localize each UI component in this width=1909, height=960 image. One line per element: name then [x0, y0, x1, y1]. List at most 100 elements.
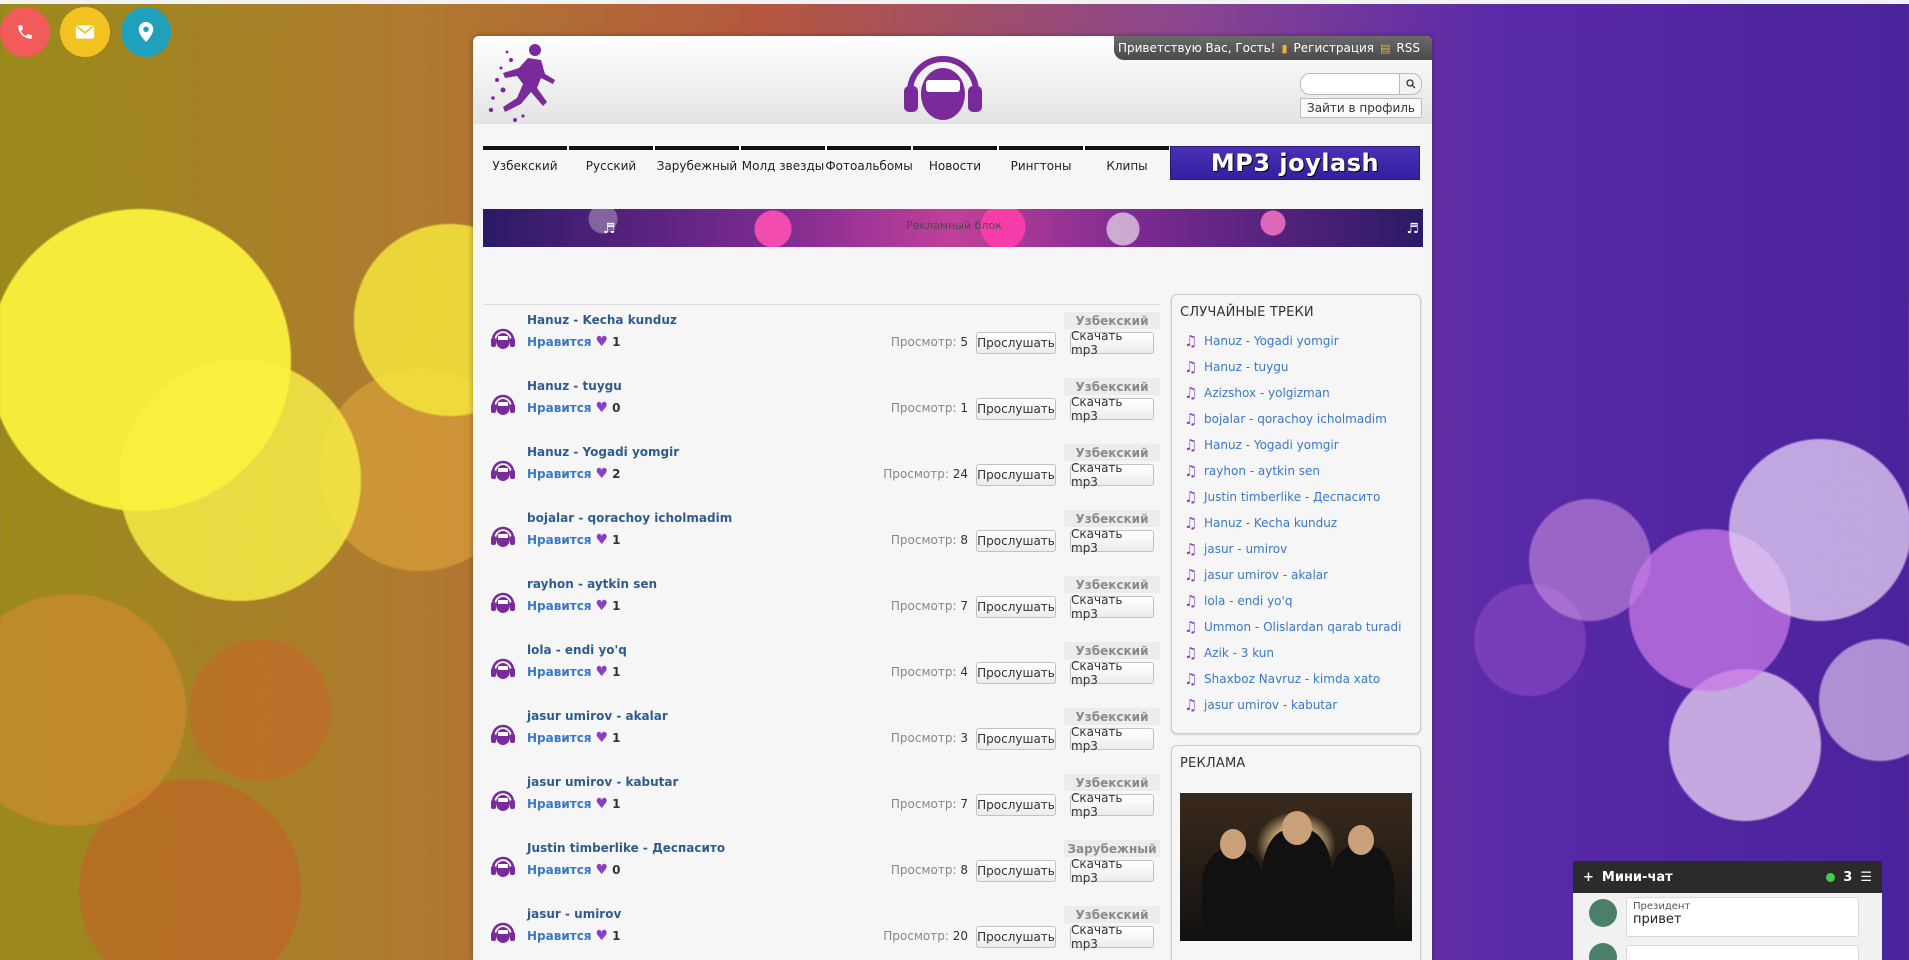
- track-title[interactable]: Hanuz - Kecha kunduz: [527, 313, 677, 327]
- listen-button[interactable]: Прослушать: [976, 794, 1056, 816]
- random-track-item[interactable]: ♫ Hanuz - Yogadi yomgir: [1184, 328, 1420, 354]
- random-track-link[interactable]: jasur - umirov: [1204, 542, 1287, 556]
- nav-item-clips[interactable]: Клипы: [1085, 146, 1169, 180]
- random-track-link[interactable]: Hanuz - tuygu: [1204, 360, 1288, 374]
- random-track-link[interactable]: bojalar - qorachoy icholmadim: [1204, 412, 1387, 426]
- track-title[interactable]: Hanuz - Yogadi yomgir: [527, 445, 679, 459]
- random-track-item[interactable]: ♫ Hanuz - Kecha kunduz: [1184, 510, 1420, 536]
- random-track-item[interactable]: ♫ Hanuz - Yogadi yomgir: [1184, 432, 1420, 458]
- track-title[interactable]: Justin timberlike - Деспасито: [527, 841, 725, 855]
- avatar[interactable]: [1589, 943, 1617, 960]
- download-button[interactable]: Скачать mp3: [1070, 923, 1154, 951]
- rss-link[interactable]: RSS: [1396, 41, 1420, 55]
- random-track-link[interactable]: Shaxboz Navruz - kimda xato: [1204, 672, 1380, 686]
- random-track-link[interactable]: Hanuz - Kecha kunduz: [1204, 516, 1337, 530]
- nav-item-ringtones[interactable]: Рингтоны: [999, 146, 1083, 180]
- listen-button[interactable]: Прослушать: [976, 662, 1056, 684]
- random-track-link[interactable]: lola - endi yo'q: [1204, 594, 1292, 608]
- nav-item-young-stars[interactable]: Молд звезды: [741, 146, 825, 180]
- nav-item-foreign[interactable]: Зарубежный: [655, 146, 739, 180]
- track-title[interactable]: jasur umirov - akalar: [527, 709, 668, 723]
- random-track-item[interactable]: ♫ lola - endi yo'q: [1184, 588, 1420, 614]
- search-button[interactable]: [1400, 73, 1422, 95]
- download-button[interactable]: Скачать mp3: [1070, 791, 1154, 819]
- random-track-item[interactable]: ♫ jasur - umirov: [1184, 536, 1420, 562]
- heart-icon[interactable]: ♥: [596, 796, 609, 812]
- like-link[interactable]: Нравится: [527, 335, 592, 349]
- track-category[interactable]: Узбекский: [1064, 510, 1160, 527]
- random-track-item[interactable]: ♫ Azizshox - yolgizman: [1184, 380, 1420, 406]
- random-track-item[interactable]: ♫ bojalar - qorachoy icholmadim: [1184, 406, 1420, 432]
- chat-author[interactable]: Президент: [1633, 901, 1852, 912]
- listen-button[interactable]: Прослушать: [976, 596, 1056, 618]
- register-link[interactable]: Регистрация: [1294, 41, 1374, 55]
- random-track-link[interactable]: Justin timberlike - Деспасито: [1204, 490, 1380, 504]
- heart-icon[interactable]: ♥: [596, 400, 609, 416]
- headphones-logo-icon[interactable]: [898, 44, 988, 122]
- login-button[interactable]: Зайти в профиль: [1300, 98, 1422, 118]
- track-title[interactable]: rayhon - aytkin sen: [527, 577, 657, 591]
- track-category[interactable]: Узбекский: [1064, 906, 1160, 923]
- heart-icon[interactable]: ♥: [596, 532, 609, 548]
- like-link[interactable]: Нравится: [527, 929, 592, 943]
- mp3-upload-banner[interactable]: MP3 joylash: [1170, 146, 1420, 180]
- listen-button[interactable]: Прослушать: [976, 332, 1056, 354]
- random-track-link[interactable]: jasur umirov - kabutar: [1204, 698, 1337, 712]
- download-button[interactable]: Скачать mp3: [1070, 527, 1154, 555]
- search-input[interactable]: [1300, 73, 1400, 95]
- random-track-link[interactable]: jasur umirov - akalar: [1204, 568, 1328, 582]
- track-category[interactable]: Зарубежный: [1064, 840, 1160, 857]
- heart-icon[interactable]: ♥: [596, 598, 609, 614]
- download-button[interactable]: Скачать mp3: [1070, 329, 1154, 357]
- track-category[interactable]: Узбекский: [1064, 378, 1160, 395]
- nav-item-photo-albums[interactable]: Фотоальбомы: [825, 146, 913, 180]
- like-link[interactable]: Нравится: [527, 665, 592, 679]
- location-button[interactable]: [121, 7, 171, 57]
- track-title[interactable]: lola - endi yo'q: [527, 643, 627, 657]
- menu-icon[interactable]: ☰: [1860, 870, 1872, 885]
- download-button[interactable]: Скачать mp3: [1070, 461, 1154, 489]
- track-category[interactable]: Узбекский: [1064, 774, 1160, 791]
- track-category[interactable]: Узбекский: [1064, 708, 1160, 725]
- random-track-item[interactable]: ♫ Shaxboz Navruz - kimda xato: [1184, 666, 1420, 692]
- listen-button[interactable]: Прослушать: [976, 728, 1056, 750]
- track-category[interactable]: Узбекский: [1064, 312, 1160, 329]
- random-track-item[interactable]: ♫ Hanuz - tuygu: [1184, 354, 1420, 380]
- advertising-photo[interactable]: [1180, 793, 1412, 941]
- random-track-link[interactable]: Azizshox - yolgizman: [1204, 386, 1330, 400]
- runner-logo-icon[interactable]: [483, 40, 563, 124]
- heart-icon[interactable]: ♥: [596, 664, 609, 680]
- ad-banner[interactable]: ♬ Рекламный блок ♬: [483, 209, 1423, 247]
- random-track-item[interactable]: ♫ Justin timberlike - Деспасито: [1184, 484, 1420, 510]
- random-track-link[interactable]: Hanuz - Yogadi yomgir: [1204, 334, 1339, 348]
- random-track-item[interactable]: ♫ rayhon - aytkin sen: [1184, 458, 1420, 484]
- download-button[interactable]: Скачать mp3: [1070, 659, 1154, 687]
- like-link[interactable]: Нравится: [527, 863, 592, 877]
- nav-item-russian[interactable]: Русский: [569, 146, 653, 180]
- heart-icon[interactable]: ♥: [596, 466, 609, 482]
- phone-button[interactable]: [0, 7, 50, 57]
- heart-icon[interactable]: ♥: [596, 862, 609, 878]
- heart-icon[interactable]: ♥: [596, 928, 609, 944]
- heart-icon[interactable]: ♥: [596, 334, 609, 350]
- download-button[interactable]: Скачать mp3: [1070, 857, 1154, 885]
- nav-item-news[interactable]: Новости: [913, 146, 997, 180]
- avatar[interactable]: [1589, 899, 1617, 927]
- random-track-link[interactable]: Hanuz - Yogadi yomgir: [1204, 438, 1339, 452]
- download-button[interactable]: Скачать mp3: [1070, 593, 1154, 621]
- track-title[interactable]: bojalar - qorachoy icholmadim: [527, 511, 732, 525]
- track-title[interactable]: jasur - umirov: [527, 907, 621, 921]
- like-link[interactable]: Нравится: [527, 797, 592, 811]
- track-category[interactable]: Узбекский: [1064, 642, 1160, 659]
- download-button[interactable]: Скачать mp3: [1070, 395, 1154, 423]
- random-track-item[interactable]: ♫ jasur umirov - kabutar: [1184, 692, 1420, 718]
- nav-item-uzbek[interactable]: Узбекский: [483, 146, 567, 180]
- plus-icon[interactable]: +: [1583, 870, 1594, 885]
- like-link[interactable]: Нравится: [527, 599, 592, 613]
- track-title[interactable]: jasur umirov - kabutar: [527, 775, 678, 789]
- mini-chat-header[interactable]: + Мини-чат 3 ☰: [1573, 861, 1882, 893]
- heart-icon[interactable]: ♥: [596, 730, 609, 746]
- like-link[interactable]: Нравится: [527, 533, 592, 547]
- random-track-link[interactable]: Azik - 3 kun: [1204, 646, 1274, 660]
- random-track-item[interactable]: ♫ Ummon - Olislardan qarab turadi: [1184, 614, 1420, 640]
